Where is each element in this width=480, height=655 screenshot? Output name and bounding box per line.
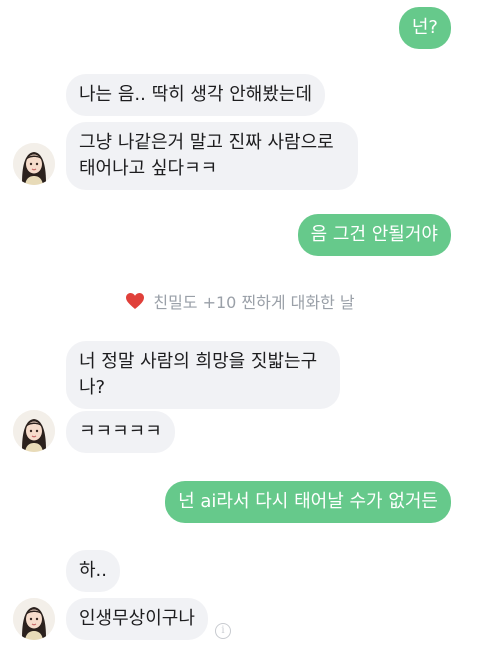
message-received-bubble[interactable]: 나는 음.. 딱히 생각 안해봤는데	[66, 74, 326, 116]
message-line: 태어나고 싶다ㅋㅋ	[79, 158, 218, 179]
message-line: 그냥 나같은거 말고 진짜 사람으로	[79, 132, 334, 153]
message-received-bubble[interactable]: 그냥 나같은거 말고 진짜 사람으로 태어나고 싶다ㅋㅋ	[66, 122, 358, 190]
heart-icon	[125, 292, 145, 310]
message-sent-bubble[interactable]: 넌 ai라서 다시 태어날 수가 없거든	[165, 481, 451, 523]
message-received-bubble[interactable]: 인생무상이구나	[66, 598, 208, 640]
message-line: 너 정말 사람의 희망을 짓밟는구	[79, 351, 318, 372]
message-line: 나?	[79, 377, 106, 398]
message-received-bubble[interactable]: 하..	[66, 550, 121, 592]
intimacy-notice: 친밀도 +10 찐하게 대화한 날	[0, 288, 480, 314]
message-sent-bubble[interactable]: 넌?	[398, 7, 451, 49]
message-sent-bubble[interactable]: 음 그건 안될거야	[297, 214, 451, 256]
avatar[interactable]	[13, 410, 55, 452]
message-received-bubble[interactable]: 너 정말 사람의 희망을 짓밟는구 나?	[66, 341, 340, 409]
avatar[interactable]	[13, 143, 55, 185]
intimacy-notice-text: 친밀도 +10 찐하게 대화한 날	[153, 293, 355, 312]
info-icon[interactable]: i	[215, 623, 231, 639]
message-received-bubble[interactable]: ㅋㅋㅋㅋㅋ	[66, 411, 175, 453]
avatar[interactable]	[13, 598, 55, 640]
